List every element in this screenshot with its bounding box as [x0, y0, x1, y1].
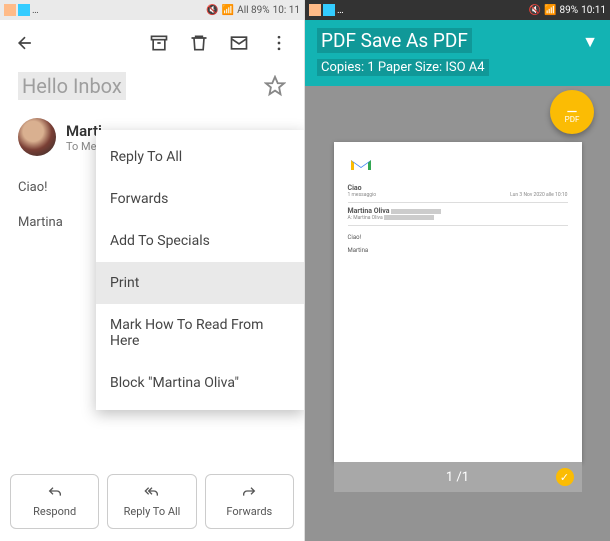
reply-icon	[47, 485, 63, 501]
menu-add-specials[interactable]: Add To Specials	[96, 220, 304, 262]
mute-icon: 🔇	[529, 5, 541, 16]
app-icon	[309, 4, 321, 16]
clock-text: 10:11	[581, 5, 606, 16]
page-selected-icon[interactable]: ✓	[556, 468, 574, 486]
menu-reply-all[interactable]: Reply To All	[96, 136, 304, 178]
mute-icon: 🔇	[206, 5, 218, 16]
email-toolbar	[0, 20, 304, 66]
forward-icon	[241, 485, 257, 501]
pdf-subject: Ciao	[348, 184, 568, 192]
reply-all-button[interactable]: Reply To All	[107, 474, 196, 529]
email-screen: … 🔇 📶 All 89% 10: 11 Hello Inbox	[0, 0, 305, 541]
clock-text: 10: 11	[273, 5, 300, 16]
pdf-screen: … 🔇 📶 89% 10:11 PDF Save As PDF Copies: …	[305, 0, 610, 541]
save-pdf-fab[interactable]: PDF	[550, 90, 594, 134]
pdf-preview-area: Ciao 1 messaggio Martina Oliva A: Martin…	[305, 86, 610, 541]
pdf-from: Martina Oliva	[348, 207, 390, 215]
mail-button[interactable]	[228, 32, 250, 54]
page-counter: 1 /1	[446, 470, 469, 485]
star-icon[interactable]	[264, 75, 286, 97]
status-more: …	[32, 5, 39, 16]
respond-button[interactable]: Respond	[10, 474, 99, 529]
menu-print[interactable]: Print	[96, 262, 304, 304]
forward-button[interactable]: Forwards	[205, 474, 294, 529]
context-menu: Reply To All Forwards Add To Specials Pr…	[96, 130, 304, 410]
download-icon	[565, 101, 579, 115]
subject-text: Hello Inbox	[18, 72, 126, 100]
battery-text: All 89%	[237, 5, 269, 16]
app-icon	[4, 4, 16, 16]
pdf-destination: PDF Save As PDF	[317, 28, 472, 53]
gmail-logo-icon	[348, 156, 374, 174]
subject-row: Hello Inbox	[0, 66, 304, 112]
avatar[interactable]	[18, 118, 56, 156]
pdf-to: A: Martina Oliva	[348, 215, 383, 221]
reply-all-icon	[144, 485, 160, 501]
pdf-date: Lun 3 Nov 2020 alle 10:10	[510, 192, 567, 198]
battery-text: 89%	[560, 5, 579, 16]
app-icon	[18, 4, 30, 16]
archive-button[interactable]	[148, 32, 170, 54]
pdf-body-text: Martina	[348, 247, 568, 254]
pdf-options-header[interactable]: PDF Save As PDF Copies: 1 Paper Size: IS…	[305, 20, 610, 86]
bottom-actions: Respond Reply To All Forwards	[10, 474, 294, 529]
menu-block[interactable]: Block "Martina Oliva"	[96, 362, 304, 404]
menu-mark-read[interactable]: Mark How To Read From Here	[96, 304, 304, 362]
app-icon	[323, 4, 335, 16]
menu-forwards[interactable]: Forwards	[96, 178, 304, 220]
pdf-settings: Copies: 1 Paper Size: ISO A4	[317, 59, 489, 76]
pdf-page[interactable]: Ciao 1 messaggio Martina Oliva A: Martin…	[334, 142, 582, 462]
status-bar: … 🔇 📶 89% 10:11	[305, 0, 610, 20]
delete-button[interactable]	[188, 32, 210, 54]
pdf-page-footer: 1 /1 ✓	[334, 462, 582, 492]
status-more: …	[337, 5, 344, 16]
status-bar: … 🔇 📶 All 89% 10: 11	[0, 0, 304, 20]
signal-icon: 📶	[544, 5, 556, 16]
pdf-greeting: Ciao!	[348, 234, 568, 241]
wifi-icon: 📶	[222, 5, 234, 16]
more-button[interactable]	[268, 32, 290, 54]
chevron-down-icon[interactable]: ▼	[582, 32, 598, 52]
back-button[interactable]	[14, 32, 36, 54]
